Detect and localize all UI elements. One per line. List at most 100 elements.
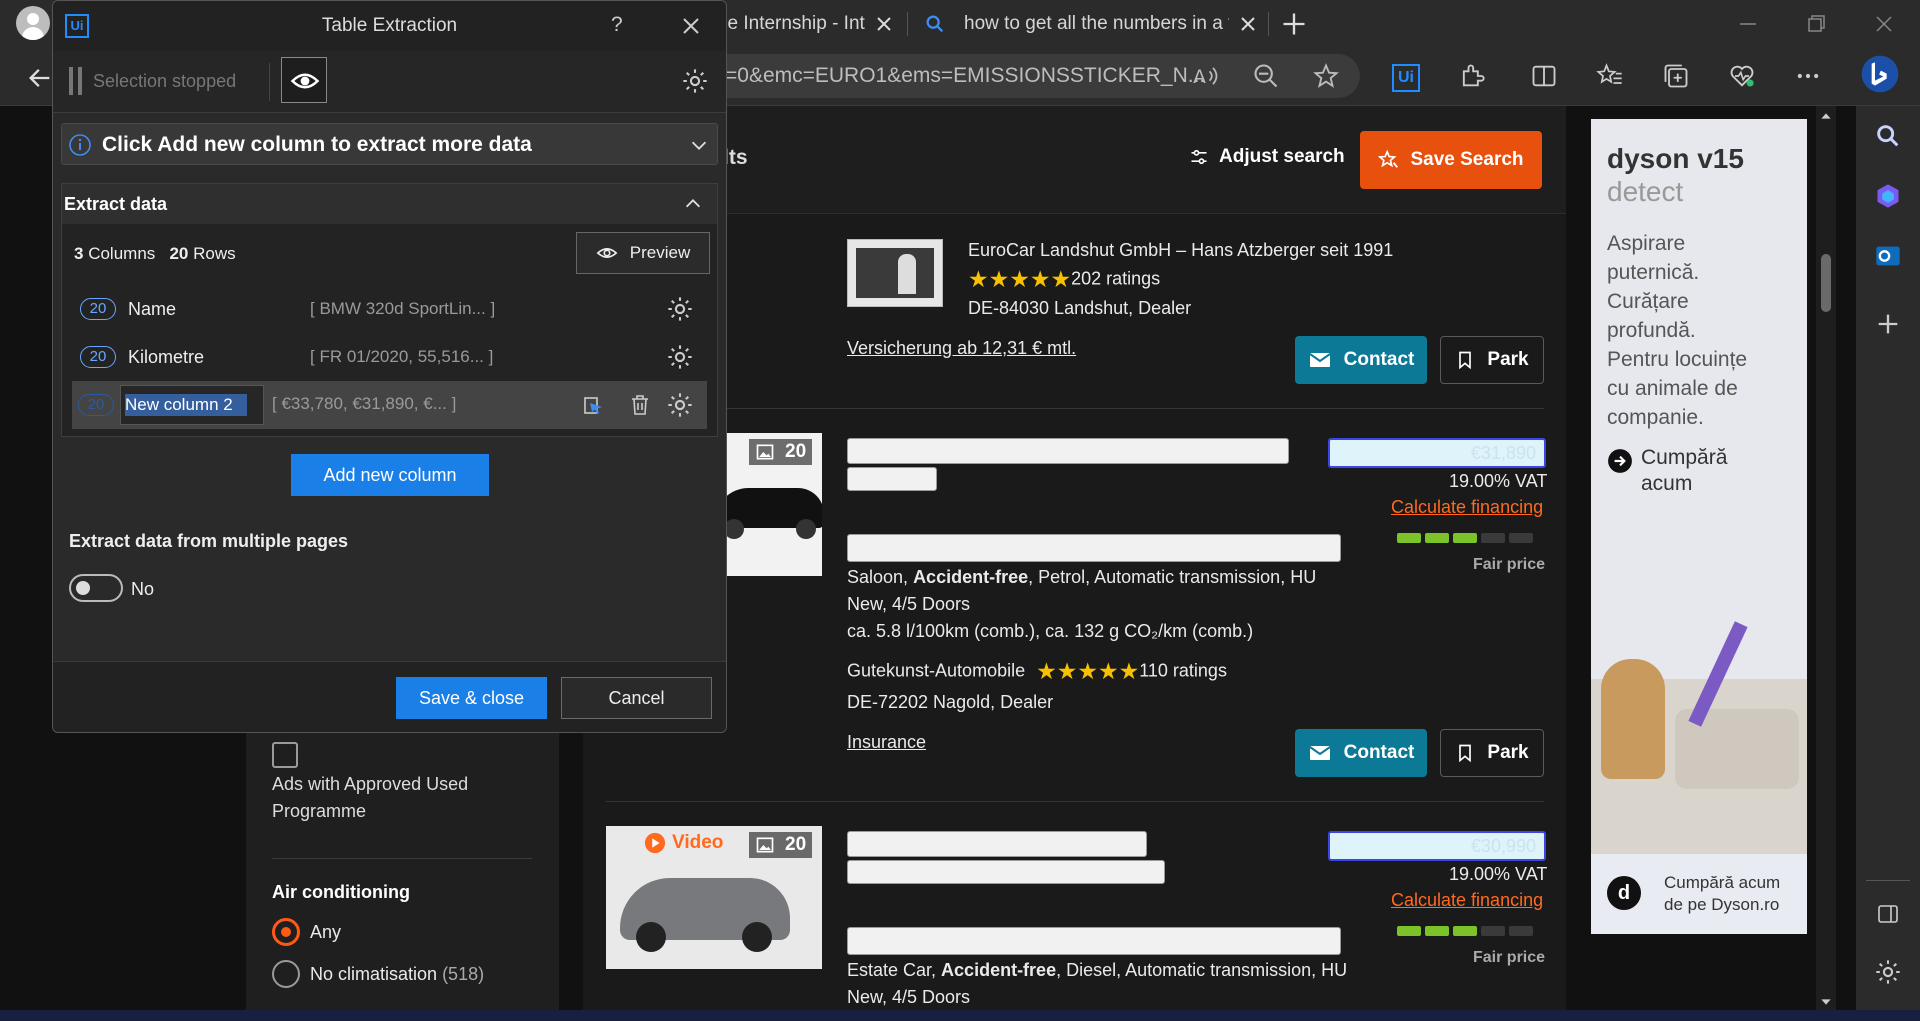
column-settings-gear-icon[interactable] xyxy=(666,343,694,371)
approved-label-line-2: Programme xyxy=(272,801,367,821)
pause-icon[interactable] xyxy=(69,67,85,95)
multipage-toggle[interactable] xyxy=(69,574,123,602)
park-button[interactable]: Park xyxy=(1440,729,1544,777)
photo-count-badge: 20 xyxy=(749,832,813,858)
close-tab-icon[interactable] xyxy=(1236,12,1260,36)
dealer-rating: Gutekunst-Automobile ★★★★★110 ratings xyxy=(847,658,1227,685)
ac-radio-any[interactable] xyxy=(272,918,300,946)
close-tab-icon[interactable] xyxy=(872,12,896,36)
contact-button[interactable]: Contact xyxy=(1295,729,1427,777)
more-menu-icon[interactable] xyxy=(1794,62,1822,90)
screen: ce Internship - Int how to get all the n… xyxy=(0,0,1920,1021)
ad-cta[interactable]: Cumpără acum xyxy=(1641,445,1727,497)
column-row-kilometre[interactable]: 20 Kilometre [ FR 01/2020, 55,516... ] xyxy=(62,335,717,379)
scroll-down-icon[interactable] xyxy=(1818,994,1834,1010)
outlook-icon[interactable] xyxy=(1874,242,1902,270)
page-scrollbar[interactable] xyxy=(1816,106,1836,1014)
section-header[interactable]: Extract data xyxy=(62,184,717,224)
ad-brand: dyson v15 xyxy=(1607,143,1744,174)
add-new-column-button[interactable]: Add new column xyxy=(291,454,489,496)
search-icon[interactable] xyxy=(1874,122,1902,150)
ac-radio-none[interactable] xyxy=(272,960,300,988)
chevron-up-icon[interactable] xyxy=(682,193,704,215)
column-settings-gear-icon[interactable] xyxy=(666,391,694,419)
tab-divider xyxy=(907,12,908,36)
park-button[interactable]: Park xyxy=(1440,336,1544,384)
profile-avatar[interactable] xyxy=(16,6,50,40)
bing-copilot-icon[interactable] xyxy=(1860,54,1900,94)
dyson-ad[interactable]: dyson v15 detect Aspirare puternică. Cur… xyxy=(1591,119,1807,934)
settings-gear-icon[interactable] xyxy=(1874,958,1902,986)
approved-checkbox[interactable] xyxy=(272,742,298,768)
browser-essentials-icon[interactable] xyxy=(1728,62,1756,90)
columns-count: 3 xyxy=(74,244,84,263)
pause-bar xyxy=(69,67,73,95)
price-highlight[interactable]: €30,990 xyxy=(1328,831,1546,861)
browser-tab-search[interactable]: how to get all the numbers in a t xyxy=(924,6,1264,42)
ad-footer[interactable]: d Cumpără acum de pe Dyson.ro xyxy=(1591,854,1807,934)
minimize-icon[interactable] xyxy=(1736,12,1760,36)
scroll-thumb[interactable] xyxy=(1821,254,1831,312)
column-row-name[interactable]: 20 Name [ BMW 320d SportLin... ] xyxy=(62,287,717,331)
favorite-star-icon[interactable] xyxy=(1312,62,1340,90)
insurance-link[interactable]: Versicherung ab 12,31 € mtl. xyxy=(847,338,1076,359)
price-rating-label: Fair price xyxy=(1473,949,1546,966)
save-close-button[interactable]: Save & close xyxy=(396,677,547,719)
redacted-subtitle xyxy=(847,860,1165,884)
rows-label: Rows xyxy=(193,244,236,263)
preview-button[interactable]: Preview xyxy=(576,232,710,274)
restore-icon[interactable] xyxy=(1804,12,1828,36)
listing-separator xyxy=(606,408,1544,409)
back-arrow-icon[interactable] xyxy=(26,64,54,92)
extensions-puzzle-icon[interactable] xyxy=(1458,62,1486,90)
dealer-photo[interactable] xyxy=(847,239,943,307)
uipath-extension-icon[interactable]: Ui xyxy=(1386,58,1426,98)
copilot-icon[interactable] xyxy=(1874,182,1902,210)
close-dialog-icon[interactable] xyxy=(679,14,703,38)
hide-sidebar-icon[interactable] xyxy=(1876,902,1900,926)
delete-trash-icon[interactable] xyxy=(628,393,652,417)
columns-label: Columns xyxy=(88,244,156,263)
new-tab-icon[interactable] xyxy=(1280,10,1308,38)
help-button[interactable]: ? xyxy=(611,13,623,37)
select-element-icon[interactable] xyxy=(582,393,606,417)
contact-button[interactable]: Contact xyxy=(1295,336,1427,384)
column-settings-gear-icon[interactable] xyxy=(666,295,694,323)
park-label: Park xyxy=(1487,349,1529,370)
mail-icon xyxy=(1309,746,1331,760)
price-highlight[interactable]: €31,890 xyxy=(1328,438,1546,468)
ad-copy-line: companie. xyxy=(1607,406,1704,429)
zoom-out-icon[interactable] xyxy=(1252,62,1280,90)
favorites-list-icon[interactable] xyxy=(1596,62,1624,90)
column-row-new-column[interactable]: 20 New column 2 [ €33,780, €31,890, €...… xyxy=(72,381,707,429)
car-description-2: New, 4/5 Doors xyxy=(847,987,971,1007)
eye-toggle-button[interactable] xyxy=(281,57,327,103)
browser-tab-internship[interactable]: ce Internship - Int xyxy=(718,6,898,42)
split-screen-icon[interactable] xyxy=(1530,62,1558,90)
insurance-link[interactable]: Insurance xyxy=(847,732,926,753)
car-photo[interactable]: Video 20 xyxy=(606,826,822,969)
dealer-location: DE-84030 Landshut, Dealer xyxy=(968,298,1192,318)
settings-gear-icon[interactable] xyxy=(681,67,709,95)
info-banner[interactable]: Click Add new column to extract more dat… xyxy=(61,123,718,165)
column-count-badge: 20 xyxy=(78,394,114,416)
save-search-button[interactable]: Save Search xyxy=(1360,131,1542,189)
scroll-up-icon[interactable] xyxy=(1818,108,1834,124)
selection-status: Selection stopped xyxy=(93,71,237,91)
calculate-financing-link[interactable]: Calculate financing xyxy=(1391,890,1543,911)
read-aloud-icon[interactable]: A xyxy=(1192,62,1220,90)
column-name: Name xyxy=(128,298,177,319)
cancel-button[interactable]: Cancel xyxy=(561,677,712,719)
calculate-financing-link[interactable]: Calculate financing xyxy=(1391,497,1543,518)
adjust-search-button[interactable]: Adjust search xyxy=(1189,146,1345,168)
close-window-icon[interactable] xyxy=(1872,12,1896,36)
vat-label: 19.00% VAT xyxy=(1449,471,1548,491)
add-sidebar-app-icon[interactable] xyxy=(1874,310,1902,338)
video-badge[interactable]: Video xyxy=(644,832,723,854)
chevron-down-icon[interactable] xyxy=(688,134,710,156)
ad-footer-line: Cumpără acum xyxy=(1664,873,1781,892)
star-search-icon xyxy=(1378,149,1399,168)
collections-icon[interactable] xyxy=(1662,62,1690,90)
eye-icon xyxy=(290,73,320,89)
tab-label: ce Internship - Int xyxy=(718,13,865,34)
